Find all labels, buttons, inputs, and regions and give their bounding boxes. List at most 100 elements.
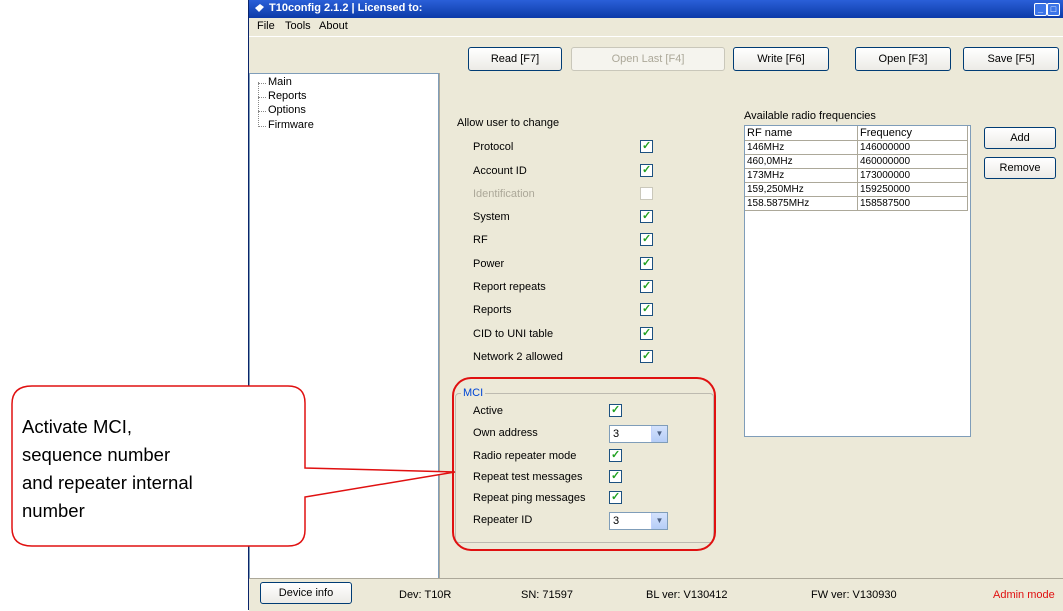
checkbox-network-2[interactable]: ✓ (640, 350, 653, 363)
chevron-down-icon[interactable]: ▼ (651, 426, 667, 442)
table-cell[interactable]: 159250000 (858, 183, 968, 197)
checkbox-repeat-ping[interactable]: ✓ (609, 491, 622, 504)
table-cell[interactable]: 173000000 (858, 169, 968, 183)
table-cell[interactable]: 460000000 (858, 155, 968, 169)
checkmark-icon: ✓ (642, 257, 652, 269)
toolbar: Read [F7] Open Last [F4] Write [F6] Open… (249, 36, 1063, 73)
menu-file[interactable]: File (257, 20, 275, 32)
checkmark-icon: ✓ (642, 350, 652, 362)
mci-title: MCI (461, 387, 486, 399)
checkmark-icon: ✓ (642, 164, 652, 176)
checkbox-mci-active[interactable]: ✓ (609, 404, 622, 417)
serial-number: SN: 71597 (521, 589, 573, 601)
allow-label-rf: RF (473, 234, 488, 246)
checkmark-icon: ✓ (642, 303, 652, 315)
tree-connector (258, 82, 259, 127)
maximize-button[interactable]: □ (1047, 3, 1060, 16)
checkbox-report-repeats[interactable]: ✓ (640, 280, 653, 293)
menu-about[interactable]: About (319, 20, 348, 32)
checkmark-icon: ✓ (642, 210, 652, 222)
repeater-id-value: 3 (613, 515, 620, 527)
checkbox-repeat-test[interactable]: ✓ (609, 470, 622, 483)
checkmark-icon: ✓ (642, 327, 652, 339)
tree-connector (258, 126, 266, 127)
checkbox-cid-to-uni[interactable]: ✓ (640, 327, 653, 340)
checkbox-radio-repeater[interactable]: ✓ (609, 449, 622, 462)
frequency-table[interactable]: RF name Frequency 146MHz 146000000 460,0… (744, 125, 971, 437)
bootloader-version: BL ver: V130412 (646, 589, 728, 601)
table-cell[interactable]: 173MHz (745, 169, 858, 183)
own-address-value: 3 (613, 428, 620, 440)
tree-item-firmware[interactable]: Firmware (268, 119, 314, 131)
write-button[interactable]: Write [F6] (733, 47, 829, 71)
checkbox-system[interactable]: ✓ (640, 210, 653, 223)
checkbox-power[interactable]: ✓ (640, 257, 653, 270)
tree-connector (258, 111, 266, 112)
mci-label-repeater-id: Repeater ID (473, 514, 533, 526)
mci-label-repeat-ping: Repeat ping messages (473, 492, 586, 504)
save-button[interactable]: Save [F5] (963, 47, 1059, 71)
allow-label-system: System (473, 211, 510, 223)
open-last-button[interactable]: Open Last [F4] (571, 47, 725, 71)
menu-tools[interactable]: Tools (285, 20, 311, 32)
device-type: Dev: T10R (399, 589, 452, 601)
firmware-version: FW ver: V130930 (811, 589, 897, 601)
checkbox-protocol[interactable]: ✓ (640, 140, 653, 153)
allow-label-account-id: Account ID (473, 165, 527, 177)
tree-item-main[interactable]: Main (268, 76, 292, 88)
checkbox-identification[interactable] (640, 187, 653, 200)
checkbox-rf[interactable]: ✓ (640, 233, 653, 246)
remove-button[interactable]: Remove (984, 157, 1056, 179)
allow-label-identification: Identification (473, 188, 535, 200)
allow-label-power: Power (473, 258, 505, 270)
device-info-button[interactable]: Device info (260, 582, 352, 604)
callout-line: and repeater internal (22, 472, 193, 493)
table-cell[interactable]: 159,250MHz (745, 183, 858, 197)
column-header-frequency[interactable]: Frequency (858, 126, 968, 141)
mci-label-own-address: Own address (473, 427, 538, 439)
callout-line: number (22, 500, 85, 521)
callout-line: Activate MCI, (22, 416, 132, 437)
chevron-down-icon[interactable]: ▼ (651, 513, 667, 529)
status-bar: Device info Dev: T10R SN: 71597 BL ver: … (249, 578, 1063, 611)
table-cell[interactable]: 158587500 (858, 197, 968, 211)
tree-item-reports[interactable]: Reports (268, 90, 307, 102)
checkbox-account-id[interactable]: ✓ (640, 164, 653, 177)
table-cell[interactable]: 146000000 (858, 141, 968, 155)
add-button[interactable]: Add (984, 127, 1056, 149)
table-cell[interactable]: 460,0MHz (745, 155, 858, 169)
options-panel: Allow user to change Protocol ✓ Account … (439, 73, 1063, 578)
checkmark-icon: ✓ (611, 491, 621, 503)
app-icon (255, 4, 264, 12)
tree-connector (258, 83, 266, 84)
checkmark-icon: ✓ (642, 233, 652, 245)
checkmark-icon: ✓ (642, 280, 652, 292)
mci-label-repeat-test: Repeat test messages (473, 471, 583, 483)
mci-label-active: Active (473, 405, 503, 417)
table-cell[interactable]: 158.5875MHz (745, 197, 858, 211)
own-address-select[interactable]: 3 ▼ (609, 425, 668, 443)
tree-item-options[interactable]: Options (268, 104, 306, 116)
mci-label-radio-repeater: Radio repeater mode (473, 450, 577, 462)
minimize-button[interactable]: _ (1034, 3, 1047, 16)
column-header-rf-name[interactable]: RF name (745, 126, 858, 141)
repeater-id-select[interactable]: 3 ▼ (609, 512, 668, 530)
menu-bar: File Tools About (249, 18, 1063, 36)
allow-label-reports: Reports (473, 304, 512, 316)
checkmark-icon: ✓ (611, 449, 621, 461)
allow-label-network-2: Network 2 allowed (473, 351, 563, 363)
callout-line: sequence number (22, 444, 171, 465)
checkmark-icon: ✓ (611, 404, 621, 416)
allow-heading: Allow user to change (457, 117, 560, 129)
open-button[interactable]: Open [F3] (855, 47, 951, 71)
title-bar: T10config 2.1.2 | Licensed to: _ □ (249, 0, 1063, 18)
table-cell[interactable]: 146MHz (745, 141, 858, 155)
mci-groupbox: MCI Active ✓ Own address 3 ▼ Radio repea… (455, 387, 714, 543)
allow-label-cid-to-uni: CID to UNI table (473, 328, 554, 340)
read-button[interactable]: Read [F7] (468, 47, 562, 71)
frequencies-heading: Available radio frequencies (744, 110, 876, 122)
checkbox-reports[interactable]: ✓ (640, 303, 653, 316)
admin-mode-label: Admin mode (993, 589, 1055, 601)
allow-label-report-repeats: Report repeats (473, 281, 546, 293)
tree-connector (258, 97, 266, 98)
